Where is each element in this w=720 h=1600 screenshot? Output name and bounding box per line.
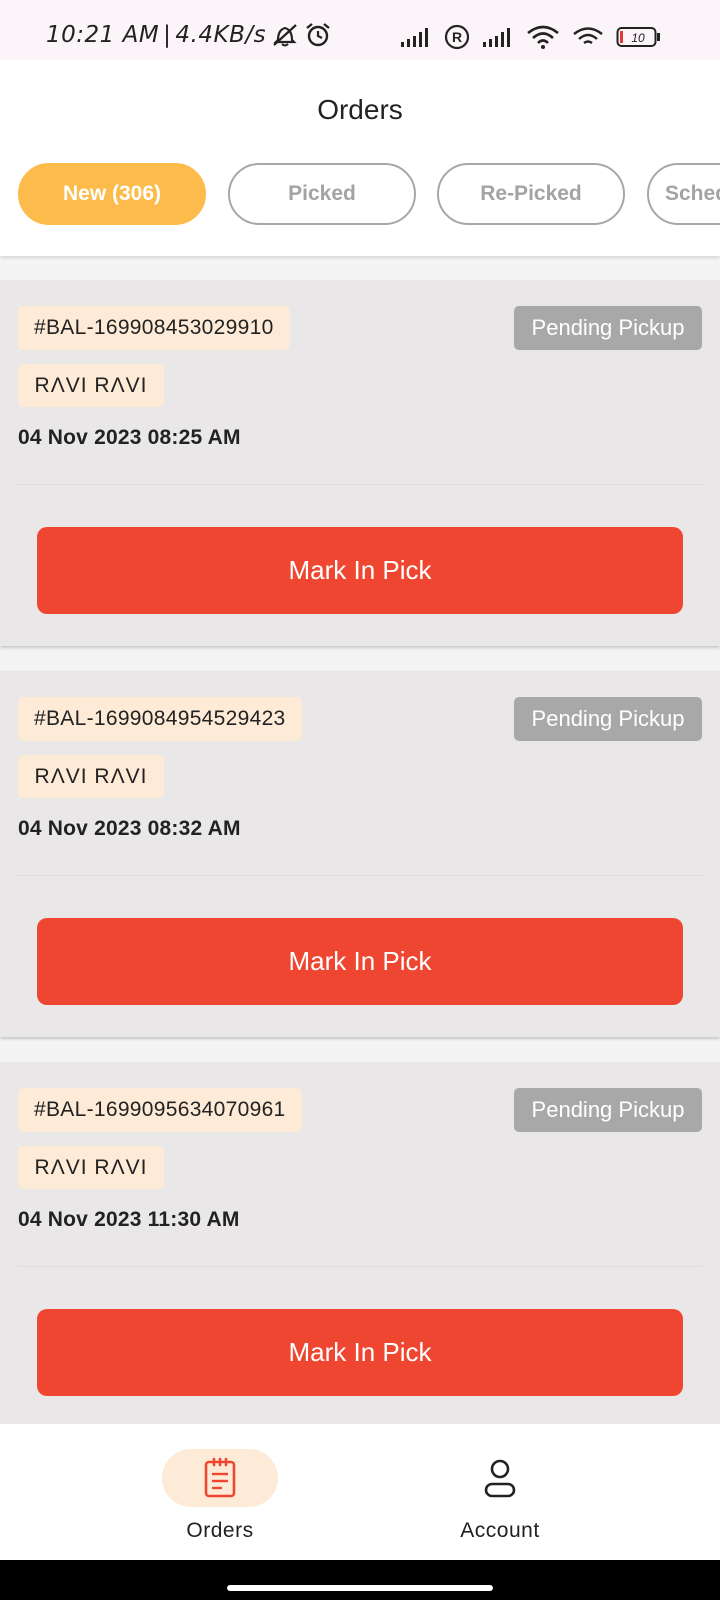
order-date: 04 Nov 2023 08:25 AM (18, 426, 241, 449)
tab-re-picked[interactable]: Re-Picked (437, 163, 625, 225)
status-badge: Pending Pickup (514, 306, 702, 350)
alarm-icon (304, 22, 332, 48)
nav-item-orders[interactable]: Orders (100, 1449, 340, 1543)
mark-in-pick-button[interactable]: Mark In Pick (37, 918, 683, 1005)
mute-icon (270, 22, 300, 48)
signal-icon-2 (482, 26, 514, 48)
status-right: R 10 (400, 24, 662, 50)
svg-text:R: R (452, 29, 462, 45)
order-date: 04 Nov 2023 11:30 AM (18, 1208, 240, 1231)
order-card[interactable]: #BAL-1699095634070961 Pending Pickup RΛV… (0, 1062, 720, 1428)
tab-picked[interactable]: Picked (228, 163, 416, 225)
order-id: #BAL-1699095634070961 (18, 1088, 302, 1132)
system-navigation-area (0, 1560, 720, 1600)
order-card[interactable]: #BAL-169908453029910 Pending Pickup RΛVI… (0, 280, 720, 646)
order-card[interactable]: #BAL-1699084954529423 Pending Pickup RΛV… (0, 671, 720, 1037)
mark-in-pick-button[interactable]: Mark In Pick (37, 1309, 683, 1396)
divider (18, 875, 702, 876)
status-badge: Pending Pickup (514, 697, 702, 741)
customer-name: RΛVI RΛVI (18, 755, 164, 798)
order-id: #BAL-169908453029910 (18, 306, 290, 350)
status-time: 10:21 AM (46, 22, 160, 48)
tab-scheduled[interactable]: Scheduled (647, 163, 720, 225)
nav-pill (442, 1449, 558, 1507)
orders-icon (202, 1457, 238, 1499)
signal-icon (400, 26, 432, 48)
nav-item-account[interactable]: Account (380, 1449, 620, 1543)
customer-name: RΛVI RΛVI (18, 364, 164, 407)
status-bar: 10:21 AM | 4.4KB/s R 10 (0, 0, 720, 60)
order-date: 04 Nov 2023 08:32 AM (18, 817, 241, 840)
nav-label-orders: Orders (186, 1519, 254, 1542)
status-badge: Pending Pickup (514, 1088, 702, 1132)
order-id: #BAL-1699084954529423 (18, 697, 302, 741)
account-icon (483, 1457, 517, 1499)
wifi-icon (526, 24, 560, 50)
customer-name: RΛVI RΛVI (18, 1146, 164, 1189)
header: Orders New (306) Picked Re-Picked Schedu… (0, 60, 720, 256)
status-separator: | (163, 22, 172, 48)
divider (18, 484, 702, 485)
status-network-speed: 4.4KB/s (175, 22, 267, 48)
mark-in-pick-button[interactable]: Mark In Pick (37, 527, 683, 614)
battery-icon: 10 (616, 26, 662, 48)
nav-pill (162, 1449, 278, 1507)
divider (18, 1266, 702, 1267)
wifi-icon-2 (572, 25, 604, 49)
nav-label-account: Account (460, 1519, 540, 1542)
page-title: Orders (317, 94, 403, 125)
status-left: 10:21 AM | 4.4KB/s (46, 22, 332, 48)
order-status-tabs: New (306) Picked Re-Picked Scheduled (18, 163, 720, 227)
battery-level-text: 10 (631, 31, 645, 45)
tab-new[interactable]: New (306) (18, 163, 206, 225)
home-gesture-bar[interactable] (227, 1585, 493, 1591)
roaming-icon: R (444, 24, 470, 50)
